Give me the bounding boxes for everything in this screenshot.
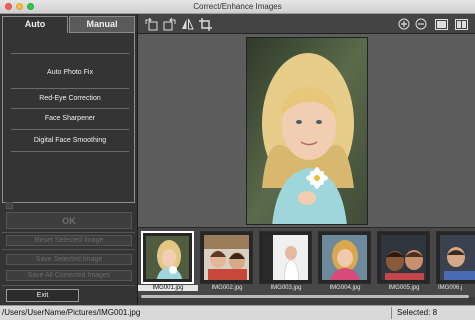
selected-count: Selected: 8 <box>397 308 438 317</box>
divider <box>2 285 135 286</box>
divider <box>391 307 392 319</box>
thumbnail-img002[interactable] <box>200 231 253 284</box>
thumbnail-label: IMG006.j <box>438 285 463 291</box>
divider <box>11 88 129 89</box>
thumbnail-img003[interactable] <box>259 231 312 284</box>
mode-tabs: Auto Manual <box>2 16 135 33</box>
thumbnail-label: IMG001.jpg <box>138 285 198 291</box>
divider <box>11 53 129 54</box>
face-sharpener-button[interactable]: Face Sharpener <box>11 115 129 122</box>
title-bar: Correct/Enhance Images <box>0 0 475 14</box>
auto-photo-fix-button[interactable]: Auto Photo Fix <box>11 69 129 76</box>
full-screen-icon[interactable] <box>434 17 448 31</box>
ok-button[interactable]: OK <box>6 212 132 229</box>
thumbnail-image <box>381 235 426 280</box>
exit-button[interactable]: Exit <box>6 289 79 302</box>
thumbnail-img006[interactable] <box>436 231 475 284</box>
horizontal-scrollbar[interactable] <box>141 295 469 298</box>
file-path: /Users/UserName/Pictures/IMG001.jpg <box>2 308 141 317</box>
divider <box>11 129 129 130</box>
thumbnail-image <box>204 235 249 280</box>
rotate-right-icon[interactable] <box>162 17 176 31</box>
thumbnail-image <box>263 235 308 280</box>
divider <box>2 232 135 233</box>
save-all-corrected-images-button[interactable]: Save All Corrected Images <box>6 270 132 281</box>
thumbnail-image <box>146 236 189 279</box>
zoom-in-icon[interactable] <box>397 17 411 31</box>
red-eye-correction-button[interactable]: Red-Eye Correction <box>11 95 129 102</box>
thumbnail-img001[interactable] <box>141 231 194 284</box>
digital-face-smoothing-button[interactable]: Digital Face Smoothing <box>11 137 129 144</box>
crop-icon[interactable] <box>198 17 212 31</box>
compare-icon[interactable] <box>454 17 468 31</box>
option-checkbox[interactable] <box>6 202 13 209</box>
thumbnail-label: IMG003.jpg <box>270 285 302 291</box>
thumbnail-img005[interactable] <box>377 231 430 284</box>
tab-auto[interactable]: Auto <box>2 16 68 33</box>
thumbnail-image <box>440 235 475 280</box>
tab-manual[interactable]: Manual <box>69 16 135 33</box>
thumbnail-img004[interactable] <box>318 231 371 284</box>
status-bar: /Users/UserName/Pictures/IMG001.jpg Sele… <box>0 305 475 320</box>
preview-photo[interactable] <box>246 37 368 225</box>
divider <box>11 151 129 152</box>
save-selected-image-button[interactable]: Save Selected Image <box>6 254 132 265</box>
reset-selected-image-button[interactable]: Reset Selected Image <box>6 235 132 246</box>
thumbnail-strip: IMG001.jpg IMG002.jpg IMG003.jpg IMG004.… <box>138 227 475 298</box>
flip-icon[interactable] <box>180 17 194 31</box>
thumbnail-label: IMG002.jpg <box>211 285 243 291</box>
preview-area <box>138 34 475 227</box>
zoom-out-icon[interactable] <box>414 17 428 31</box>
auto-panel: Auto Photo Fix Red-Eye Correction Face S… <box>2 33 135 203</box>
thumbnail-label: IMG004.jpg <box>329 285 361 291</box>
divider <box>2 249 135 250</box>
image-toolbar <box>138 14 475 34</box>
divider <box>11 108 129 109</box>
window-title: Correct/Enhance Images <box>193 2 282 11</box>
left-panel: Auto Manual Auto Photo Fix Red-Eye Corre… <box>0 14 138 305</box>
thumbnail-image <box>322 235 367 280</box>
thumbnail-label: IMG005.jpg <box>388 285 420 291</box>
rotate-left-icon[interactable] <box>144 17 158 31</box>
